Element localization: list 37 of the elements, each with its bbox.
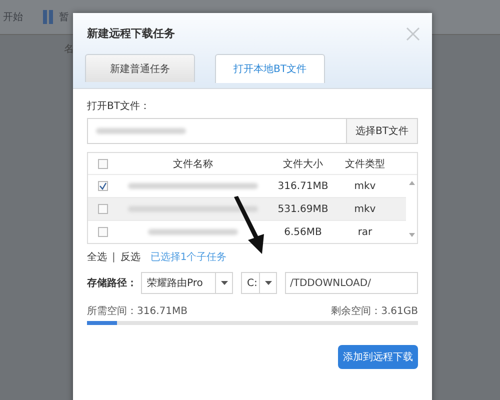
required-space: 所需空间：316.71MB: [87, 304, 188, 318]
close-icon[interactable]: [406, 26, 420, 40]
separator: |: [112, 252, 116, 262]
tab[interactable]: 打开本地BT文件: [215, 54, 325, 83]
table-cell-text: mkv: [353, 180, 377, 192]
column-header: 文件类型: [344, 158, 386, 170]
table-cell-text: mkv: [353, 204, 377, 214]
dialog-title: 新建远程下载任务: [87, 26, 175, 41]
path-field[interactable]: /TDDOWNLOAD/: [285, 272, 418, 294]
table-cell-text: 316.71MB: [276, 180, 330, 192]
select-all-link[interactable]: 全选: [87, 250, 107, 264]
invert-selection-link[interactable]: 反选: [120, 250, 140, 264]
caret-icon: [264, 281, 272, 285]
pause-icon: [43, 10, 53, 24]
storage-label: 存储路径：: [87, 276, 138, 290]
bt-file-label: 打开BT文件：: [87, 100, 151, 113]
column-header: 文件名称: [172, 158, 214, 170]
table-cell-text: 6.56MB: [283, 226, 323, 238]
add-download-button[interactable]: 添加到远程下载: [338, 345, 418, 369]
scroll-up-icon[interactable]: [408, 180, 414, 185]
caret-icon: [220, 281, 228, 285]
table-cell-text: rar: [356, 226, 374, 238]
selection-info: 已选择1个子任务: [150, 250, 227, 264]
checkbox[interactable]: [98, 181, 108, 191]
column-header: 文件大小: [282, 158, 324, 170]
select-all-checkbox[interactable]: [98, 158, 108, 168]
free-space: 剩余空间：3.61GB: [331, 304, 418, 318]
table-cell-text: 531.69MB: [276, 204, 330, 214]
scroll-down-icon[interactable]: [408, 233, 414, 238]
choose-file-button[interactable]: 选择BT文件: [347, 118, 418, 144]
drive-dropdown[interactable]: C:: [241, 272, 277, 294]
device-dropdown[interactable]: 荣耀路由Pro: [141, 272, 233, 294]
checkbox[interactable]: [98, 204, 108, 214]
tab[interactable]: 新建普通任务: [85, 54, 195, 82]
checkbox[interactable]: [98, 227, 108, 237]
file-row[interactable]: 531.69MB mkv: [88, 197, 406, 220]
file-path-field[interactable]: [87, 118, 347, 144]
